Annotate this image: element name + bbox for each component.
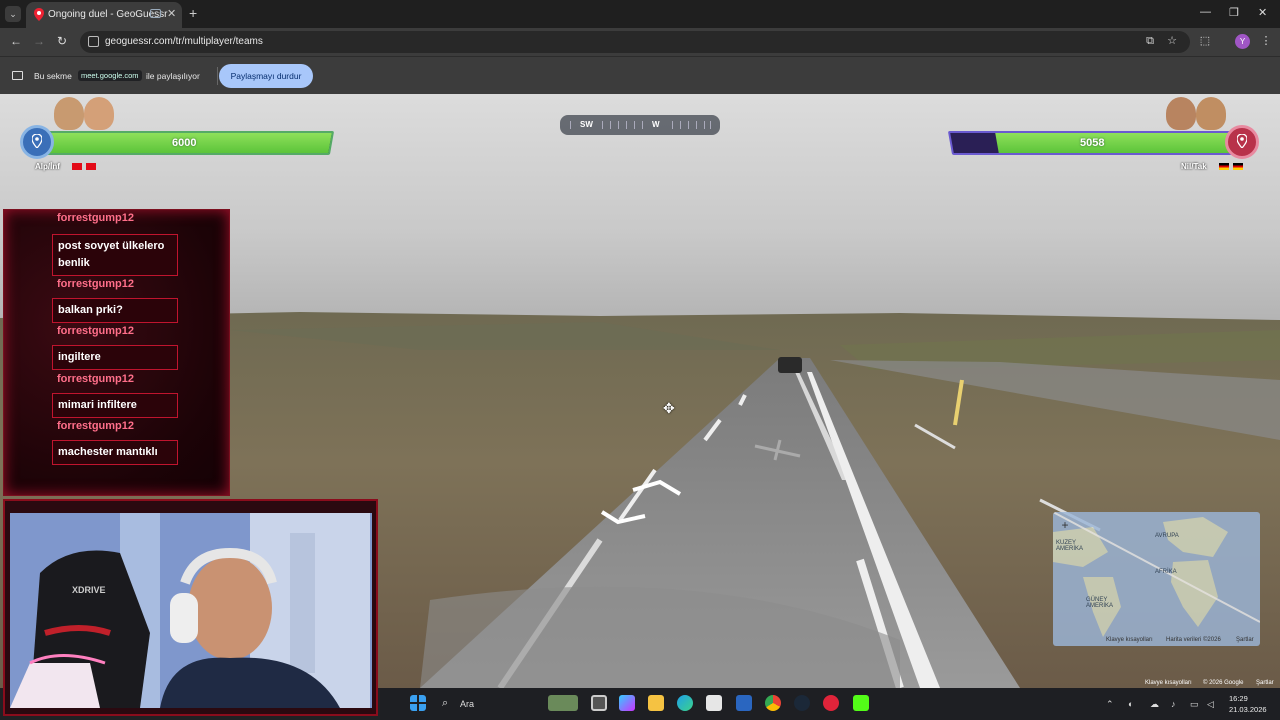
chat-message: balkan prki? bbox=[52, 298, 178, 323]
map-label: GÜNEY AMERİKA bbox=[1086, 597, 1114, 609]
minimize-button[interactable]: — bbox=[1200, 6, 1211, 18]
windows-start-icon[interactable] bbox=[410, 695, 426, 711]
player-avatar bbox=[54, 97, 84, 130]
browser-toolbar: ← → ↻ geoguessr.com/tr/multiplayer/teams… bbox=[0, 28, 1280, 56]
chair-brand-text: XDRIVE bbox=[72, 585, 106, 595]
chat-username: forrestgump12 bbox=[57, 212, 135, 224]
sv-shortcuts-link[interactable]: Klavye kısayolları bbox=[1145, 680, 1192, 686]
stop-sharing-button[interactable]: Paylaşmayı durdur bbox=[219, 64, 313, 88]
player-avatar bbox=[1166, 97, 1196, 130]
url-text[interactable]: geoguessr.com/tr/multiplayer/teams bbox=[105, 36, 263, 47]
team-left-health: 6000 bbox=[172, 137, 197, 149]
search-highlight-icon[interactable] bbox=[548, 695, 578, 711]
taskbar-search-label[interactable]: Ara bbox=[460, 699, 474, 709]
geoguessr-favicon-icon bbox=[34, 8, 44, 21]
map-zoom-in-icon[interactable]: + bbox=[1058, 518, 1072, 532]
map-shortcuts-link[interactable]: Klavye kısayolları bbox=[1106, 637, 1153, 643]
tab-geoguessr[interactable]: Ongoing duel - GeoGuessr ✕ bbox=[26, 2, 182, 28]
tab-strip: ⌄ Ongoing duel - GeoGuessr ✕ + — ❐ ✕ bbox=[0, 0, 1280, 28]
webcam-video: XDRIVE bbox=[10, 513, 372, 708]
app-icon[interactable] bbox=[736, 695, 752, 711]
chat-message: mimari infiltere bbox=[52, 393, 178, 418]
microphone-icon[interactable]: ♪ bbox=[1171, 699, 1176, 709]
turkey-flag-icon bbox=[72, 163, 82, 170]
chat-message: machester mantıklı bbox=[52, 440, 178, 465]
screen: ⌄ Ongoing duel - GeoGuessr ✕ + — ❐ ✕ ← →… bbox=[0, 0, 1280, 720]
player-avatar bbox=[1196, 97, 1226, 130]
network-icon[interactable]: ▭ bbox=[1190, 699, 1199, 710]
map-data-text: Harita verileri ©2026 bbox=[1166, 637, 1221, 643]
address-bar[interactable]: geoguessr.com/tr/multiplayer/teams bbox=[80, 31, 1190, 53]
sv-terms-link[interactable]: Şartlar bbox=[1256, 680, 1274, 686]
chat-message: post sovyet ülkelero benlik bbox=[52, 234, 178, 276]
compass-w-label: W bbox=[652, 120, 660, 129]
back-icon[interactable]: ← bbox=[10, 34, 22, 48]
restore-button[interactable]: ❐ bbox=[1229, 6, 1239, 19]
tray-cloud-icon[interactable]: ☁ bbox=[1150, 699, 1159, 710]
screen-share-icon bbox=[12, 71, 23, 80]
team-right-health: 5058 bbox=[1080, 137, 1105, 149]
sharing-prefix: Bu sekme bbox=[34, 71, 72, 81]
kick-icon[interactable] bbox=[853, 695, 869, 711]
tab-close-icon[interactable]: ✕ bbox=[167, 7, 176, 20]
germany-flag-icon bbox=[1233, 163, 1243, 170]
tab-sharing-infobar: Bu sekme meet.google.com ile paylaşılıyo… bbox=[0, 56, 1280, 94]
site-info-icon[interactable] bbox=[88, 36, 99, 47]
clock-time[interactable]: 16:29 bbox=[1229, 694, 1248, 703]
tab-search-icon[interactable]: ⌄ bbox=[5, 6, 21, 22]
divider bbox=[217, 67, 218, 85]
map-terms-link[interactable]: Şartlar bbox=[1236, 637, 1254, 643]
task-view-icon[interactable] bbox=[591, 695, 607, 711]
extensions-icon[interactable]: ⬚ bbox=[1199, 35, 1211, 47]
volume-icon[interactable]: ◁ bbox=[1207, 699, 1214, 710]
store-icon[interactable] bbox=[706, 695, 722, 711]
germany-flag-icon bbox=[1219, 163, 1229, 170]
player-avatar bbox=[84, 97, 114, 130]
yandex-icon[interactable] bbox=[823, 695, 839, 711]
team-left-name: Alp/İnf bbox=[35, 162, 60, 171]
cast-icon[interactable]: ⧉ bbox=[1144, 35, 1156, 47]
steam-icon[interactable] bbox=[794, 695, 810, 711]
sv-copyright: © 2026 Google bbox=[1203, 680, 1244, 686]
team-left-pin-icon bbox=[20, 125, 54, 159]
copilot-icon[interactable] bbox=[619, 695, 635, 711]
chat-username: forrestgump12 bbox=[57, 420, 135, 432]
forward-icon[interactable]: → bbox=[33, 34, 45, 48]
media-sharing-icon bbox=[150, 9, 161, 18]
reload-icon[interactable]: ↻ bbox=[57, 34, 67, 48]
bookmark-star-icon[interactable]: ☆ bbox=[1166, 35, 1178, 47]
turkey-flag-icon bbox=[86, 163, 96, 170]
menu-kebab-icon[interactable]: ⋮ bbox=[1260, 35, 1272, 47]
sharing-domain: meet.google.com bbox=[78, 70, 142, 81]
move-cursor-icon: ✥ bbox=[663, 400, 675, 416]
map-label: AVRUPA bbox=[1155, 533, 1179, 539]
tray-expand-icon[interactable]: ⌃ bbox=[1106, 699, 1114, 710]
chat-message: ingiltere bbox=[52, 345, 178, 370]
search-icon[interactable]: ⌕ bbox=[442, 697, 448, 710]
profile-avatar[interactable]: Y bbox=[1235, 34, 1250, 49]
compass-sw-label: SW bbox=[580, 120, 593, 129]
webcam-overlay: XDRIVE bbox=[3, 499, 378, 716]
close-window-button[interactable]: ✕ bbox=[1258, 6, 1267, 19]
edge-icon[interactable] bbox=[677, 695, 693, 711]
clock-date[interactable]: 21.03.2026 bbox=[1229, 705, 1267, 714]
new-tab-button[interactable]: + bbox=[189, 5, 197, 21]
sharing-suffix: ile paylaşılıyor bbox=[146, 71, 200, 81]
team-right-name: Nil/Tak bbox=[1181, 162, 1207, 171]
compass: SW W bbox=[560, 115, 720, 135]
chrome-icon[interactable] bbox=[765, 695, 781, 711]
file-explorer-icon[interactable] bbox=[648, 695, 664, 711]
map-label: AFRİKA bbox=[1155, 569, 1177, 575]
map-label: KUZEY AMERİKA bbox=[1056, 540, 1084, 552]
tray-app-icon[interactable]: ◐ bbox=[1128, 699, 1133, 709]
chat-username: forrestgump12 bbox=[57, 373, 135, 385]
chat-username: forrestgump12 bbox=[57, 325, 135, 337]
team-right-pin-icon bbox=[1225, 125, 1259, 159]
chat-username: forrestgump12 bbox=[57, 278, 135, 290]
